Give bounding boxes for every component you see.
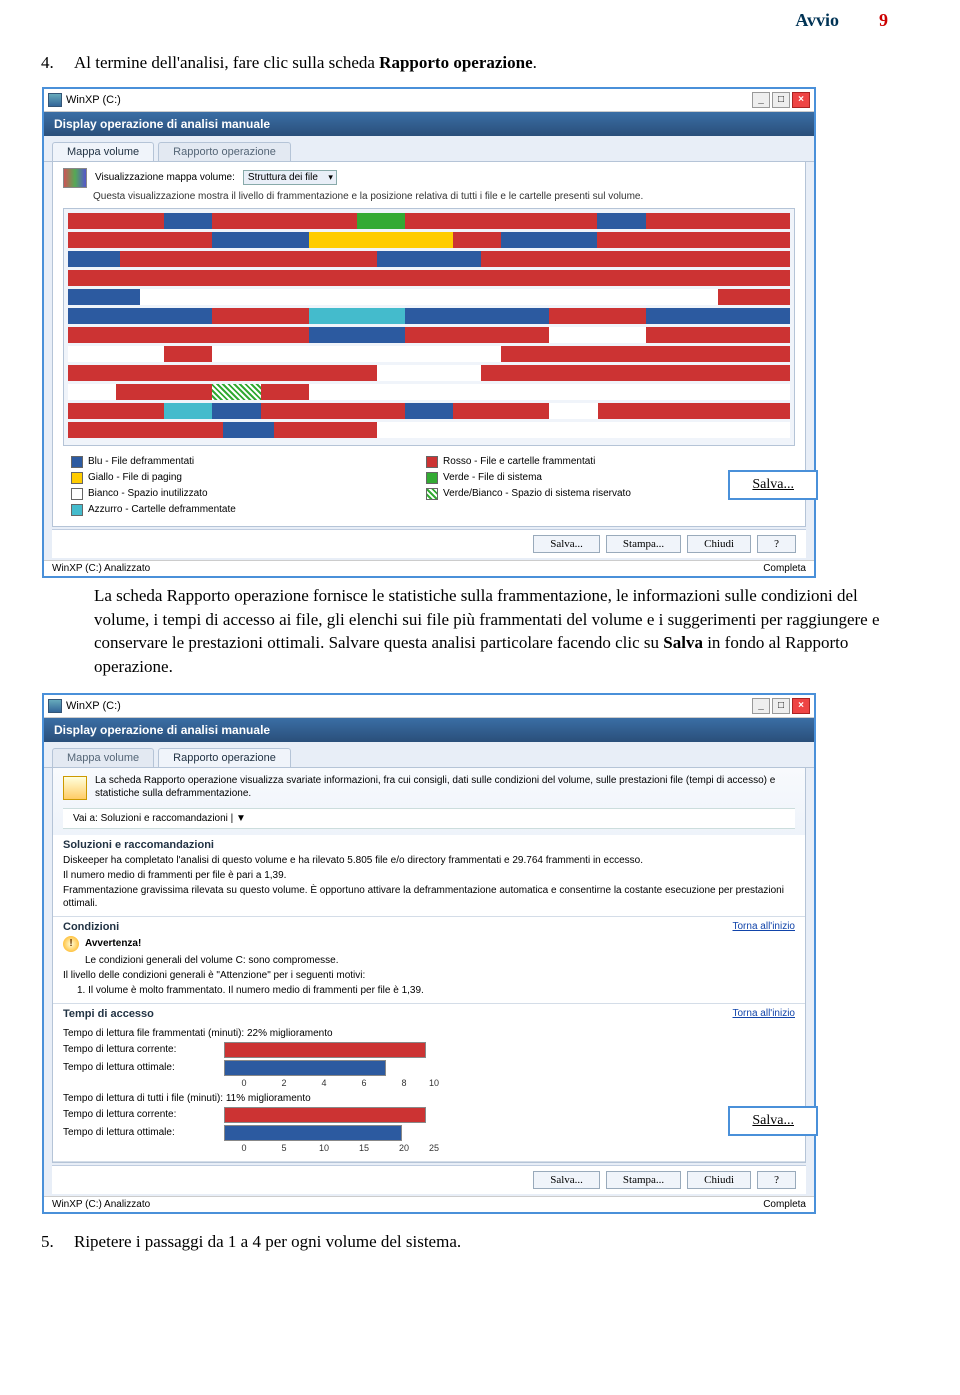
swatch-red-icon — [426, 456, 438, 468]
tab-volume-map[interactable]: Mappa volume — [52, 142, 154, 161]
warning-label: Avvertenza! — [85, 938, 141, 949]
pdf-section-title: Avvio — [795, 10, 839, 31]
maximize-button[interactable]: □ — [772, 92, 790, 108]
swatch-yellow-icon — [71, 472, 83, 484]
tab-bar: Mappa volume Rapporto operazione — [44, 136, 814, 162]
minimize-button[interactable]: _ — [752, 92, 770, 108]
step-5: Ripetere i passaggi da 1 a 4 per ogni vo… — [58, 1230, 960, 1254]
maximize-button[interactable]: □ — [772, 698, 790, 714]
window-titlebar: WinXP (C:) _ □ × — [44, 695, 814, 718]
status-bar: WinXP (C:) Analizzato Completa — [44, 1196, 814, 1212]
app-icon — [48, 93, 62, 107]
close-dialog-button[interactable]: Chiudi — [687, 535, 751, 553]
pdf-page-number: 9 — [879, 10, 888, 31]
back-to-top-link[interactable]: Torna all'inizio — [733, 921, 796, 936]
axis-1: 0246810 — [224, 1078, 795, 1088]
bar-current — [224, 1042, 426, 1058]
bar-optimal — [224, 1125, 402, 1141]
save-button[interactable]: Salva... — [533, 535, 600, 553]
bar-optimal — [224, 1060, 386, 1076]
status-left: WinXP (C:) Analizzato — [52, 563, 150, 574]
section-access-times: Tempi di accesso Torna all'inizio Tempo d… — [53, 1004, 805, 1162]
button-bar: Salva... Stampa... Chiudi ? — [52, 1165, 806, 1194]
section-title: Condizioni — [63, 921, 119, 933]
swatch-blue-icon — [71, 456, 83, 468]
paragraph-report-desc: La scheda Rapporto operazione fornisce l… — [94, 584, 900, 679]
bar-current — [224, 1107, 426, 1123]
report-panel: La scheda Rapporto operazione visualizza… — [52, 768, 806, 1163]
volume-map-display — [63, 208, 795, 446]
close-dialog-button[interactable]: Chiudi — [687, 1171, 751, 1189]
report-icon — [63, 776, 87, 800]
chart-fragmented-read: Tempo di lettura file frammentati (minut… — [63, 1027, 795, 1088]
help-button[interactable]: ? — [757, 1171, 796, 1189]
save-button[interactable]: Salva... — [533, 1171, 600, 1189]
volume-map-icon — [63, 168, 87, 188]
screenshot-operation-report: WinXP (C:) _ □ × Display operazione di a… — [42, 693, 816, 1214]
swatch-cyan-icon — [71, 504, 83, 516]
window-subtitle: Display operazione di analisi manuale — [44, 112, 814, 136]
close-button[interactable]: × — [792, 92, 810, 108]
window-title: WinXP (C:) — [66, 94, 121, 106]
print-button[interactable]: Stampa... — [606, 535, 681, 553]
viz-description: Questa visualizzazione mostra il livello… — [93, 191, 795, 202]
window-title: WinXP (C:) — [66, 700, 121, 712]
viz-mode-combo[interactable]: Struttura dei file — [243, 170, 337, 185]
button-bar: Salva... Stampa... Chiudi ? — [52, 529, 806, 558]
tab-operation-report[interactable]: Rapporto operazione — [158, 748, 291, 767]
instruction-list: Al termine dell'analisi, fare clic sulla… — [58, 51, 960, 75]
tab-operation-report[interactable]: Rapporto operazione — [158, 142, 291, 161]
status-right: Completa — [763, 1199, 806, 1210]
save-callout[interactable]: Salva... — [728, 470, 818, 500]
viz-label: Visualizzazione mappa volume: — [95, 172, 235, 183]
step-4: Al termine dell'analisi, fare clic sulla… — [58, 51, 960, 75]
status-left: WinXP (C:) Analizzato — [52, 1199, 150, 1210]
section-solutions: Soluzioni e raccomandazioni Diskeeper ha… — [53, 835, 805, 917]
warning-icon: ! — [63, 936, 79, 952]
back-to-top-link[interactable]: Torna all'inizio — [733, 1008, 796, 1023]
minimize-button[interactable]: _ — [752, 698, 770, 714]
goto-dropdown[interactable]: Vai a: Soluzioni e raccomandazioni | ▼ — [63, 808, 795, 829]
print-button[interactable]: Stampa... — [606, 1171, 681, 1189]
status-right: Completa — [763, 563, 806, 574]
legend: Blu - File deframmentati Rosso - File e … — [63, 452, 795, 520]
tab-volume-map[interactable]: Mappa volume — [52, 748, 154, 767]
window-subtitle: Display operazione di analisi manuale — [44, 718, 814, 742]
section-conditions: CondizioniTorna all'inizio !Avvertenza! … — [53, 917, 805, 1004]
panel-volume-map: Visualizzazione mappa volume: Struttura … — [52, 162, 806, 527]
report-intro: La scheda Rapporto operazione visualizza… — [63, 774, 795, 800]
axis-2: 0510152025 — [224, 1143, 795, 1153]
window-titlebar: WinXP (C:) _ □ × — [44, 89, 814, 112]
status-bar: WinXP (C:) Analizzato Completa — [44, 560, 814, 576]
tab-bar: Mappa volume Rapporto operazione — [44, 742, 814, 768]
close-button[interactable]: × — [792, 698, 810, 714]
page-header: Avvio 9 — [0, 0, 960, 35]
swatch-white-icon — [71, 488, 83, 500]
section-title: Soluzioni e raccomandazioni — [63, 839, 795, 851]
chart-all-read: Tempo di lettura di tutti i file (minuti… — [63, 1092, 795, 1153]
swatch-hatch-icon — [426, 488, 438, 500]
swatch-green-icon — [426, 472, 438, 484]
help-button[interactable]: ? — [757, 535, 796, 553]
app-icon — [48, 699, 62, 713]
instruction-list: Ripetere i passaggi da 1 a 4 per ogni vo… — [58, 1230, 960, 1254]
section-title: Tempi di accesso — [63, 1008, 154, 1020]
save-callout[interactable]: Salva... — [728, 1106, 818, 1136]
screenshot-volume-map: WinXP (C:) _ □ × Display operazione di a… — [42, 87, 816, 578]
